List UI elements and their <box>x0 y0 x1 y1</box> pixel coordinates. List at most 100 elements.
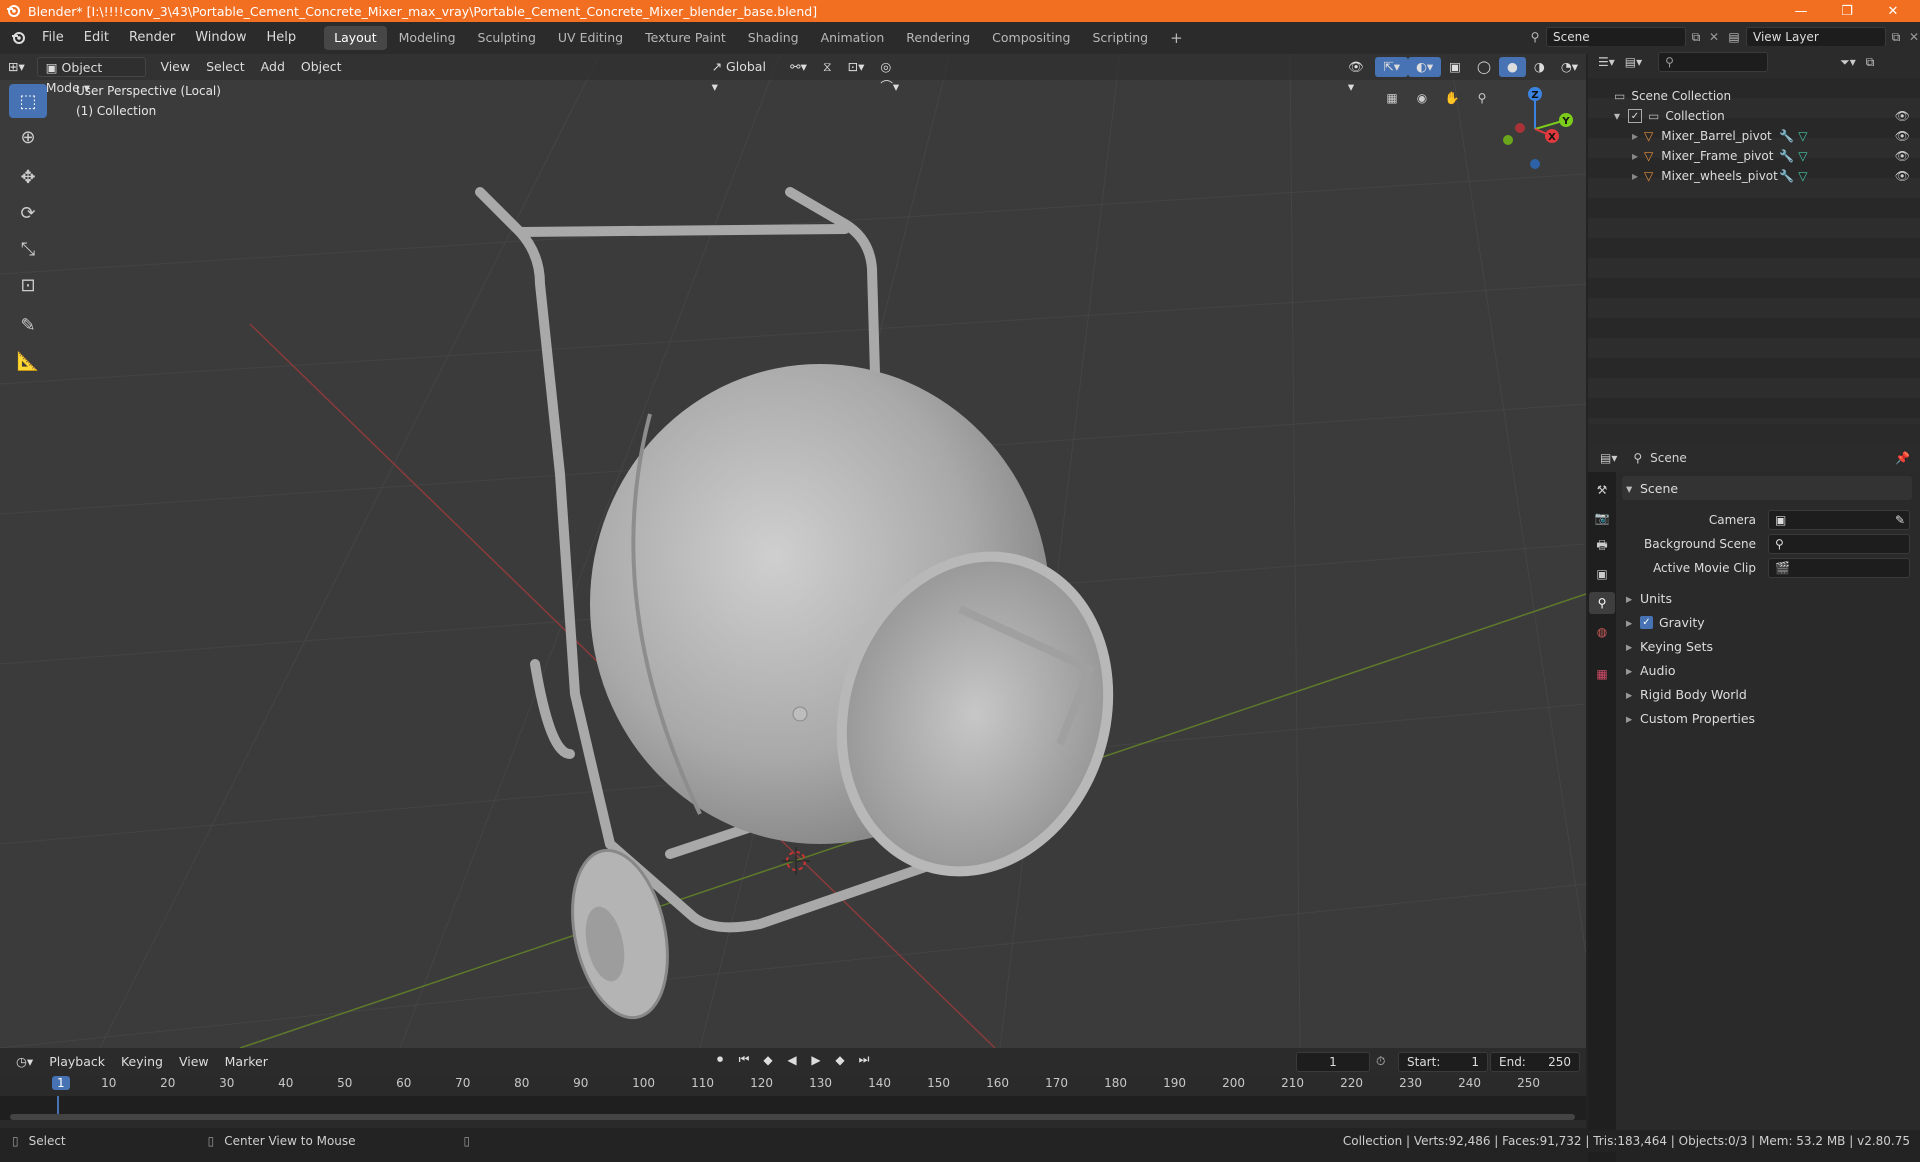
end-frame-field[interactable]: End: 250 <box>1490 1052 1580 1072</box>
display-mode-icon[interactable]: ▤▾ <box>1625 55 1642 69</box>
timeline-menu-view[interactable]: View <box>171 1052 217 1072</box>
tab-animation[interactable]: Animation <box>811 26 895 50</box>
tab-compositing[interactable]: Compositing <box>982 26 1080 50</box>
timeline-track[interactable] <box>0 1096 1586 1120</box>
camera-field[interactable]: ▣ ✎ <box>1768 510 1910 530</box>
menu-edit[interactable]: Edit <box>74 25 119 51</box>
output-tab-icon[interactable]: 🖶 <box>1596 536 1607 556</box>
panel-gravity[interactable]: ▸ ✓ Gravity <box>1622 610 1912 634</box>
frame-ruler[interactable]: 1 10 20 30 40 50 60 70 80 90 100 110 120 130 140 150 160… <box>0 1076 1586 1096</box>
panel-scene-header[interactable]: ▾ Scene <box>1622 476 1912 500</box>
menu-window[interactable]: Window <box>185 25 256 51</box>
menu-help[interactable]: Help <box>257 25 307 51</box>
properties-editor-icon[interactable]: ▤▾ <box>1600 451 1617 465</box>
pin-icon[interactable]: 📌 <box>1895 451 1910 465</box>
measure-tool[interactable]: 📐 <box>9 344 47 378</box>
eye-icon[interactable]: 👁 <box>1895 169 1910 183</box>
camera-view-icon[interactable]: ◉ <box>1410 86 1434 110</box>
eye-icon[interactable]: 👁 <box>1895 109 1910 123</box>
overlay-toggle-icon[interactable]: ◐▾ <box>1407 57 1442 77</box>
shading-rendered-icon[interactable]: ◔▾ <box>1553 57 1586 77</box>
pan-hand-icon[interactable]: ✋ <box>1440 86 1464 110</box>
3d-cursor-icon[interactable] <box>782 847 810 875</box>
viewport-menu-view[interactable]: View <box>152 57 198 77</box>
shading-material-icon[interactable]: ◑ <box>1526 57 1553 77</box>
tab-modeling[interactable]: Modeling <box>389 26 466 50</box>
pivot-point-icon[interactable]: ⚯▾ <box>782 57 815 77</box>
jump-end-icon[interactable]: ⏭ <box>854 1052 874 1067</box>
eye-icon[interactable]: 👁 <box>1895 149 1910 163</box>
shading-wireframe-icon[interactable]: ◯ <box>1469 57 1499 77</box>
outliner-item[interactable]: ▸ ▽ Mixer_Barrel_pivot 🔧 ▽ 👁 <box>1588 126 1920 146</box>
menu-file[interactable]: File <box>32 25 74 51</box>
tab-scripting[interactable]: Scripting <box>1083 26 1159 50</box>
blender-menu-icon[interactable] <box>10 30 26 46</box>
expand-arrow-icon[interactable]: ▸ <box>1632 169 1644 183</box>
panel-keying-sets[interactable]: ▸ Keying Sets <box>1622 634 1912 658</box>
panel-custom-properties[interactable]: ▸ Custom Properties <box>1622 706 1912 730</box>
annotate-tool[interactable]: ✎ <box>9 308 47 342</box>
panel-audio[interactable]: ▸ Audio <box>1622 658 1912 682</box>
render-tab-icon[interactable]: 📷 <box>1595 508 1610 528</box>
ortho-toggle-icon[interactable]: ▦ <box>1380 86 1404 110</box>
eyedropper-icon[interactable]: ✎ <box>1895 511 1905 529</box>
outliner-search-input[interactable]: ⚲ <box>1658 52 1769 72</box>
move-tool[interactable]: ✥ <box>9 160 47 194</box>
editor-type-button[interactable]: ⊞▾ <box>0 57 33 77</box>
start-frame-field[interactable]: Start: 1 <box>1398 1052 1488 1072</box>
navigation-gizmo[interactable]: Z Y X <box>1490 84 1580 174</box>
mode-selector[interactable]: ▣ Object Mode ▾ <box>36 57 147 95</box>
menu-render[interactable]: Render <box>119 25 185 51</box>
transform-orientation-selector[interactable]: ↗ Global ▾ <box>704 57 777 94</box>
timeline-editor-icon[interactable]: ◷▾ <box>8 1052 41 1072</box>
view-layer-field[interactable]: View Layer <box>1746 27 1886 47</box>
record-icon[interactable]: ⏺ <box>710 1052 730 1067</box>
play-icon[interactable]: ▶ <box>806 1052 826 1067</box>
select-box-tool[interactable]: ⬚ <box>9 84 47 118</box>
play-reverse-icon[interactable]: ◀ <box>782 1052 802 1067</box>
world-tab-icon[interactable]: ◍ <box>1597 622 1607 642</box>
stopwatch-icon[interactable]: ⏱ <box>1376 1054 1385 1069</box>
viewport-menu-select[interactable]: Select <box>198 57 253 77</box>
tab-uv-editing[interactable]: UV Editing <box>548 26 633 50</box>
jump-start-icon[interactable]: ⏮ <box>734 1052 754 1067</box>
tab-layout[interactable]: Layout <box>324 26 387 50</box>
scene-tab-icon[interactable]: ⚲ <box>1589 592 1615 614</box>
collection-checkbox[interactable]: ✓ <box>1628 109 1642 123</box>
add-workspace-button[interactable]: + <box>1160 26 1193 50</box>
viewport-menu-object[interactable]: Object <box>293 57 350 77</box>
tab-shading[interactable]: Shading <box>738 26 809 50</box>
timeline-menu-marker[interactable]: Marker <box>217 1052 276 1072</box>
snap-target-icon[interactable]: ⊡▾ <box>840 57 873 77</box>
xray-toggle-icon[interactable]: ▣ <box>1441 57 1469 77</box>
panel-rigid-body-world[interactable]: ▸ Rigid Body World <box>1622 682 1912 706</box>
tab-sculpting[interactable]: Sculpting <box>468 26 546 50</box>
new-collection-icon[interactable]: ⧉ <box>1866 55 1875 70</box>
current-frame-field[interactable]: 1 <box>1296 1052 1370 1072</box>
delete-scene-icon[interactable]: ✕ <box>1706 30 1722 44</box>
proportional-edit-icon[interactable]: ◎ ⌒▾ <box>872 57 917 94</box>
maximize-button[interactable]: ❐ <box>1824 0 1870 22</box>
view-layer-selector[interactable]: ▤ View Layer ⧉ ✕ <box>1722 27 1920 47</box>
gizmo-toggle-icon[interactable]: ⇱▾ <box>1375 57 1408 77</box>
new-view-layer-icon[interactable]: ⧉ <box>1886 30 1906 45</box>
expand-arrow-icon[interactable]: ▸ <box>1632 149 1644 163</box>
outliner-collection[interactable]: ▾ ✓ ▭ Collection 👁 <box>1588 106 1920 126</box>
viewport-scene[interactable] <box>0 54 1586 1048</box>
gravity-checkbox[interactable]: ✓ <box>1640 615 1653 629</box>
texture-tab-icon[interactable]: ▦ <box>1596 664 1607 684</box>
minimize-button[interactable]: — <box>1778 0 1824 22</box>
transform-tool[interactable]: ⊡ <box>9 268 47 302</box>
3d-viewport[interactable]: User Perspective (Local) (1) Collection … <box>0 54 1586 1048</box>
timeline-menu-playback[interactable]: Playback <box>41 1052 113 1072</box>
new-scene-icon[interactable]: ⧉ <box>1686 30 1706 45</box>
collapse-arrow-icon[interactable]: ▾ <box>1614 109 1628 123</box>
active-movie-clip-field[interactable]: 🎬 <box>1768 558 1910 578</box>
background-scene-field[interactable]: ⚲ <box>1768 534 1910 554</box>
outliner-item[interactable]: ▸ ▽ Mixer_Frame_pivot 🔧 ▽ 👁 <box>1588 146 1920 166</box>
eye-icon[interactable]: 👁 <box>1895 129 1910 143</box>
filter-icon[interactable]: ⏷▾ <box>1840 55 1856 70</box>
shading-solid-icon[interactable]: ● <box>1498 57 1526 77</box>
timeline-scrollbar[interactable] <box>10 1114 1575 1120</box>
delete-view-layer-icon[interactable]: ✕ <box>1906 30 1920 44</box>
